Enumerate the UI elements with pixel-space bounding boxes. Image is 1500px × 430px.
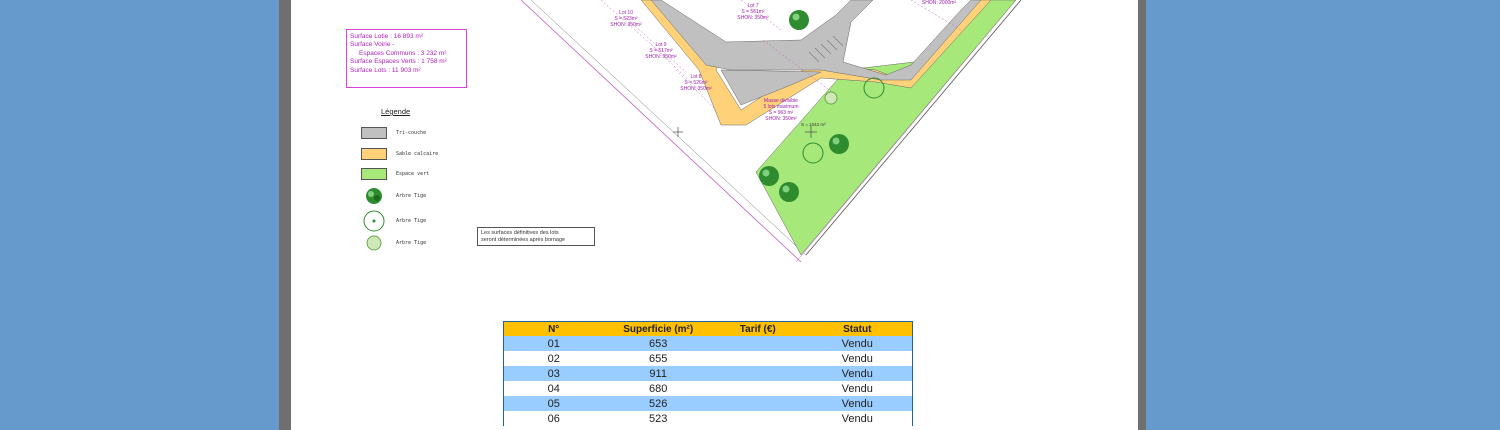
- swatch-green: [361, 168, 387, 180]
- cell-superficie: 653: [603, 336, 713, 351]
- legend-label: Tri-couche: [396, 130, 427, 136]
- legend-label: Arbre Tige: [396, 218, 427, 224]
- cell-tarif: [712, 411, 803, 426]
- table-header-row: N° Superficie (m²) Tarif (€) Statut: [503, 321, 913, 336]
- lot-10-shon: SHON: 350m²: [610, 22, 642, 28]
- cell-statut: Vendu: [802, 396, 913, 411]
- cell-numero: 01: [503, 336, 604, 351]
- legend-item-arbre-2: Arbre Tige: [361, 209, 426, 233]
- tree-icon: [779, 182, 799, 202]
- site-plan-drawing: Lot 10 S = 523m² SHON: 350m² Lot 9 S = 5…: [520, 0, 1022, 263]
- tree-icon: [829, 134, 849, 154]
- green-area-label: S = 1042 m²: [801, 122, 826, 127]
- surface-lots: Surface Lots : 11 903 m²: [350, 66, 421, 74]
- lots-table: N° Superficie (m²) Tarif (€) Statut 01 6…: [503, 321, 913, 426]
- table-row: 04 680 Vendu: [503, 381, 913, 396]
- boundary-line: [530, 0, 807, 256]
- green-space: [755, 0, 1017, 256]
- legend-item-arbre-1: Arbre Tige: [361, 186, 426, 206]
- cell-numero: 06: [503, 411, 604, 426]
- legend-item-tri-couche: Tri-couche: [361, 127, 426, 139]
- cell-tarif: [712, 396, 803, 411]
- table-row: 02 655 Vendu: [503, 351, 913, 366]
- cell-statut: Vendu: [802, 351, 913, 366]
- legend-item-espace-vert: Espace vert: [361, 168, 429, 180]
- surfaces-box: Surface Lotie : 16 893 m² Surface Voirie…: [346, 29, 467, 88]
- cell-superficie: 911: [603, 366, 713, 381]
- cell-tarif: [712, 366, 803, 381]
- cell-superficie: 523: [603, 411, 713, 426]
- shrub-icon: [366, 235, 382, 251]
- tree-icon: [759, 166, 779, 186]
- cell-numero: 05: [503, 396, 604, 411]
- legend-label: Espace vert: [396, 171, 430, 177]
- cell-tarif: [712, 336, 803, 351]
- legend-label: Sable calcaire: [396, 151, 439, 157]
- document-page: Surface Lotie : 16 893 m² Surface Voirie…: [291, 0, 1138, 430]
- cell-numero: 03: [503, 366, 604, 381]
- col-header-statut: Statut: [802, 321, 913, 336]
- masse-label: SHON: 350m²: [765, 116, 797, 122]
- lot-7-shon: SHON: 350m²: [737, 15, 769, 21]
- cell-superficie: 680: [603, 381, 713, 396]
- surface-voirie: Surface Voirie -: [350, 41, 395, 49]
- legend-label: Arbre Tige: [396, 240, 427, 246]
- boundary-line: [520, 0, 802, 263]
- cell-superficie: 655: [603, 351, 713, 366]
- cell-statut: Vendu: [802, 411, 913, 426]
- swatch-sand: [361, 148, 387, 160]
- shrub-icon: [824, 91, 838, 105]
- surface-espaces-communs: Espaces Communs : 3 232 m²: [359, 49, 447, 57]
- tree-icon: [789, 10, 809, 30]
- cell-tarif: [712, 381, 803, 396]
- table-row: 03 911 Vendu: [503, 366, 913, 381]
- cell-numero: 04: [503, 381, 604, 396]
- cell-statut: Vendu: [802, 336, 913, 351]
- tree-circle-icon: [363, 210, 385, 232]
- legend-title: Légende: [381, 107, 411, 116]
- col-header-superficie: Superficie (m²): [603, 321, 713, 336]
- cell-numero: 02: [503, 351, 604, 366]
- lot-9-shon: SHON: 350m²: [645, 54, 677, 60]
- table-row: 05 526 Vendu: [503, 396, 913, 411]
- cell-superficie: 526: [603, 396, 713, 411]
- cell-statut: Vendu: [802, 381, 913, 396]
- swatch-grey: [361, 127, 387, 139]
- legend-item-sable: Sable calcaire: [361, 148, 438, 160]
- page-shadow-right: [1138, 0, 1146, 430]
- cell-statut: Vendu: [802, 366, 913, 381]
- col-header-tarif: Tarif (€): [712, 321, 803, 336]
- tree-icon: [366, 188, 382, 204]
- surface-lotie: Surface Lotie : 16 893 m²: [350, 33, 423, 40]
- page-shadow-left: [279, 0, 291, 430]
- legend-label: Arbre Tige: [396, 193, 427, 199]
- cell-tarif: [712, 351, 803, 366]
- lot-8-shon: SHON: 350m²: [680, 86, 712, 92]
- surface-espaces-verts: Surface Espaces Verts : 1 758 m²: [350, 58, 447, 66]
- table-row: 01 653 Vendu: [503, 336, 913, 351]
- table-row: 06 523 Vendu: [503, 411, 913, 426]
- col-header-numero: N°: [503, 321, 604, 336]
- shon-top-label: SHON: 2000m²: [922, 0, 957, 6]
- legend-item-arbre-3: Arbre Tige: [361, 235, 426, 251]
